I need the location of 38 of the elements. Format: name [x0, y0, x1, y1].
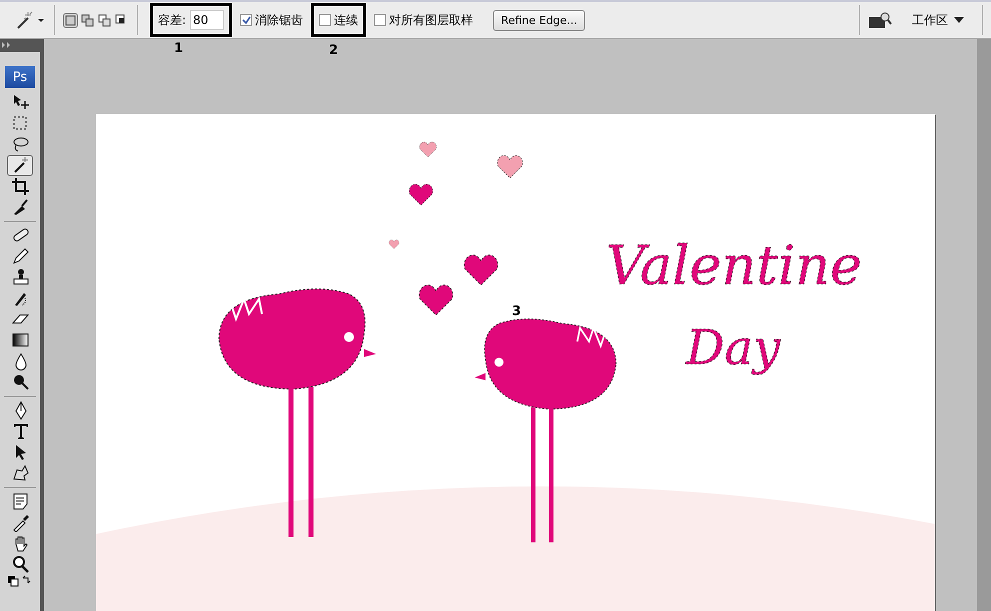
annotation-number: 2 — [329, 43, 338, 58]
annotation-number: 3 — [512, 304, 522, 319]
artwork-title: Valentine — [606, 234, 862, 297]
lasso-icon — [10, 135, 30, 154]
artwork-title: Day — [686, 320, 780, 376]
bridge-icon[interactable] — [868, 11, 892, 29]
heart-drawing — [464, 254, 498, 286]
magnifier-icon — [10, 555, 30, 574]
checkbox-label: 连续 — [334, 12, 358, 28]
checkbox[interactable] — [319, 14, 332, 26]
note-icon — [10, 492, 30, 511]
tolerance-field[interactable]: 80 — [190, 10, 224, 30]
crop-icon — [10, 177, 30, 196]
color-swatches-icon[interactable] — [7, 575, 33, 589]
selection-mode-button[interactable] — [63, 12, 78, 28]
tool-button[interactable] — [7, 155, 33, 176]
app-logo: Ps — [5, 66, 35, 88]
caret-icon — [954, 16, 964, 24]
heart-drawing — [497, 155, 523, 178]
workspace-menu[interactable]: 工作区 — [906, 10, 970, 30]
refine-edge-button[interactable]: Refine Edge... — [493, 10, 586, 30]
checkbox[interactable] — [374, 14, 386, 26]
eyedropper-icon — [10, 513, 30, 532]
custom-shape-icon — [10, 464, 30, 483]
checkbox-label: 消除锯齿 — [255, 12, 304, 28]
checkbox[interactable] — [240, 14, 252, 26]
heart-drawing — [418, 284, 454, 316]
double-arrow-icon[interactable] — [0, 40, 12, 50]
stamp-icon — [10, 268, 30, 287]
selection-mode-button[interactable] — [97, 12, 112, 28]
heart-drawing — [409, 184, 433, 206]
selection-mode-button[interactable] — [80, 12, 95, 28]
pencil-icon — [10, 247, 30, 266]
tolerance-label: 容差: — [158, 12, 186, 28]
annotation-number: 1 — [174, 41, 184, 56]
heart-drawing — [419, 142, 437, 158]
heart-drawing — [388, 240, 400, 249]
checkbox-label: 对所有图层取样 — [389, 12, 474, 28]
